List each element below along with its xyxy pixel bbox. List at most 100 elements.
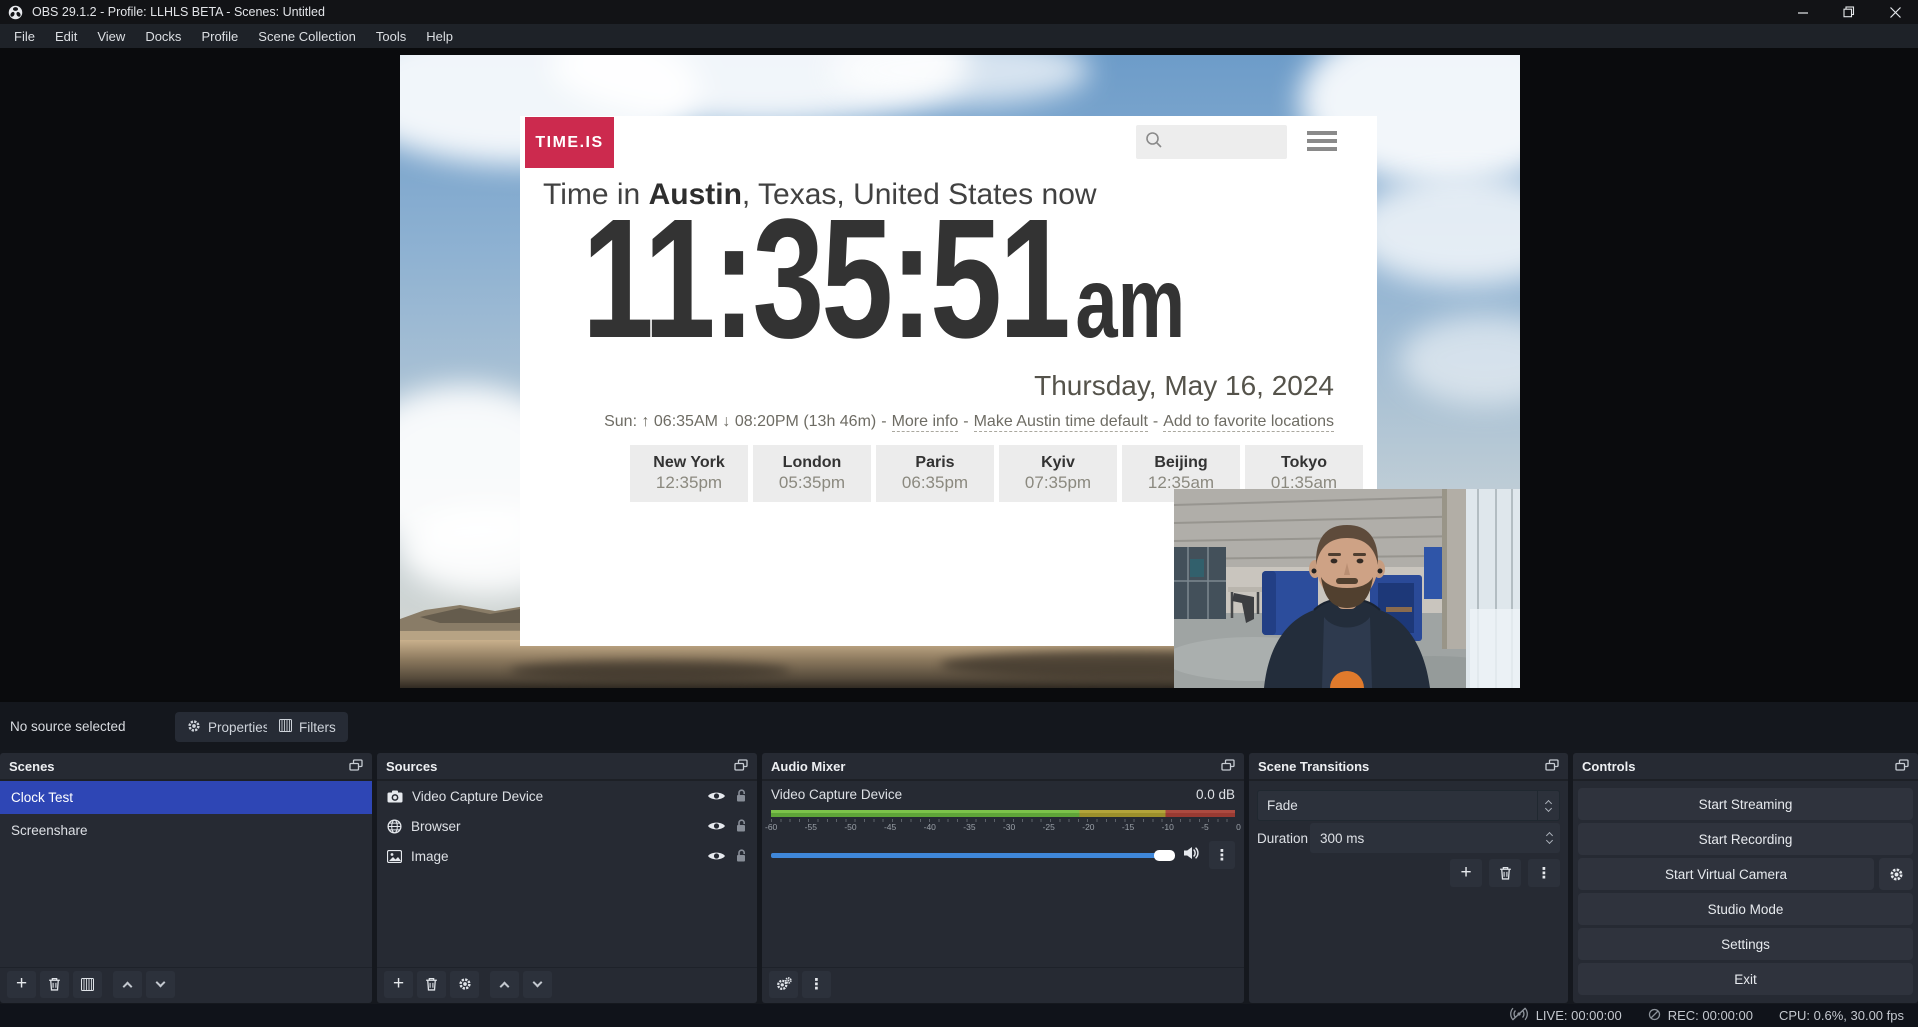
camera-icon — [387, 790, 403, 803]
visibility-eye-icon[interactable] — [707, 850, 726, 862]
start-recording-button[interactable]: Start Recording — [1578, 823, 1913, 855]
menu-profile[interactable]: Profile — [191, 24, 248, 48]
city-card: Paris06:35pm — [876, 445, 994, 502]
popout-icon[interactable] — [734, 759, 748, 774]
scene-item-screenshare[interactable]: Screenshare — [0, 814, 372, 847]
scene-transitions-panel: Scene Transitions Fade Duration 300 ms — [1249, 753, 1568, 1003]
separator: - — [881, 413, 886, 432]
volume-slider[interactable] — [771, 853, 1174, 858]
live-status: LIVE: 00:00:00 — [1509, 1007, 1622, 1024]
menu-tools[interactable]: Tools — [366, 24, 416, 48]
add-scene-button[interactable]: + — [7, 971, 36, 998]
settings-button[interactable]: Settings — [1578, 928, 1913, 960]
move-scene-down-button[interactable] — [146, 971, 175, 998]
start-virtual-camera-button[interactable]: Start Virtual Camera — [1578, 858, 1874, 890]
timeis-clock: 11:35:51 am — [582, 186, 1185, 373]
webcam-video-source — [1174, 489, 1520, 688]
timeis-date: Thursday, May 16, 2024 — [1034, 370, 1334, 402]
studio-mode-button[interactable]: Studio Mode — [1578, 893, 1913, 925]
popout-icon[interactable] — [1221, 759, 1235, 774]
link-more-info: More info — [892, 413, 959, 432]
chevron-down-icon — [1545, 804, 1552, 811]
add-transition-button[interactable]: + — [1450, 859, 1482, 887]
cloud-shape — [1400, 315, 1520, 405]
transition-select[interactable]: Fade — [1257, 790, 1560, 821]
move-scene-up-button[interactable] — [113, 971, 142, 998]
preview-canvas[interactable]: TIME.IS Time in Austin, Texas, United St… — [400, 55, 1520, 688]
chevron-up-icon — [500, 981, 510, 991]
close-button[interactable] — [1872, 0, 1918, 24]
cpu-status: CPU: 0.6%, 30.00 fps — [1779, 1008, 1904, 1023]
source-row-browser[interactable]: Browser — [377, 811, 757, 841]
move-source-down-button[interactable] — [523, 971, 552, 998]
exit-button[interactable]: Exit — [1578, 963, 1913, 995]
lock-icon[interactable] — [735, 789, 747, 803]
filters-button[interactable]: Filters — [267, 712, 348, 742]
timeis-sun-line: Sun: ↑ 06:35AM ↓ 08:20PM (13h 46m) - Mor… — [604, 413, 1334, 432]
restore-button[interactable] — [1826, 0, 1872, 24]
transition-select-spinner[interactable] — [1537, 791, 1559, 820]
start-streaming-button[interactable]: Start Streaming — [1578, 788, 1913, 820]
controls-panel: Controls Start Streaming Start Recording… — [1573, 753, 1918, 1003]
sources-panel-title: Sources — [386, 759, 437, 774]
popout-icon[interactable] — [1545, 759, 1559, 774]
menu-docks[interactable]: Docks — [135, 24, 191, 48]
source-properties-button[interactable] — [450, 971, 479, 998]
sources-panel: Sources Video Capture Device — [377, 753, 757, 1003]
scene-filters-button[interactable] — [73, 971, 102, 998]
window-title: OBS 29.1.2 - Profile: LLHLS BETA - Scene… — [32, 5, 325, 19]
advanced-audio-button[interactable] — [769, 971, 798, 998]
no-source-selected-label: No source selected — [10, 702, 126, 750]
speaker-icon[interactable] — [1183, 846, 1200, 865]
separator: - — [1153, 413, 1158, 432]
menu-file[interactable]: File — [4, 24, 45, 48]
gear-icon — [458, 977, 472, 991]
gear-icon — [1889, 867, 1904, 882]
menu-help[interactable]: Help — [416, 24, 463, 48]
add-source-button[interactable]: + — [384, 971, 413, 998]
duration-label: Duration — [1257, 823, 1308, 853]
sand-mound — [510, 661, 790, 681]
scenes-panel: Scenes Clock Test Screenshare + — [0, 753, 372, 1003]
preview-dock: TIME.IS Time in Austin, Texas, United St… — [0, 48, 1918, 700]
obs-logo-icon — [8, 5, 23, 20]
timeis-logo: TIME.IS — [525, 117, 614, 168]
lock-icon[interactable] — [735, 819, 747, 833]
image-icon — [387, 850, 402, 863]
visibility-eye-icon[interactable] — [707, 790, 726, 802]
virtual-camera-settings-button[interactable] — [1879, 858, 1913, 890]
trash-icon — [48, 977, 61, 991]
menu-view[interactable]: View — [87, 24, 135, 48]
move-source-up-button[interactable] — [490, 971, 519, 998]
mixer-menu-button[interactable]: ⋮ — [802, 971, 831, 998]
chevron-down-icon — [156, 977, 166, 987]
popout-icon[interactable] — [349, 759, 363, 774]
popout-icon[interactable] — [1895, 759, 1909, 774]
remove-source-button[interactable] — [417, 971, 446, 998]
duration-spinbox[interactable]: 300 ms — [1310, 823, 1560, 853]
source-row-image[interactable]: Image — [377, 841, 757, 871]
mixer-channel-menu-button[interactable]: ⋮ — [1209, 841, 1235, 869]
clock-ampm: am — [1075, 246, 1185, 361]
mixer-channel-name: Video Capture Device — [771, 787, 902, 802]
menu-edit[interactable]: Edit — [45, 24, 87, 48]
duration-spinner[interactable] — [1538, 823, 1560, 853]
filter-icon — [279, 719, 292, 735]
link-make-default: Make Austin time default — [974, 413, 1148, 432]
source-context-bar: No source selected Properties Filters — [0, 700, 1918, 750]
audio-mixer-panel-title: Audio Mixer — [771, 759, 845, 774]
scene-item-clock-test[interactable]: Clock Test — [0, 781, 372, 814]
volume-slider-handle[interactable] — [1154, 850, 1175, 861]
remove-transition-button[interactable] — [1489, 859, 1521, 887]
remove-scene-button[interactable] — [40, 971, 69, 998]
double-gear-icon — [776, 977, 792, 991]
properties-button[interactable]: Properties — [175, 712, 282, 742]
lock-icon[interactable] — [735, 849, 747, 863]
source-row-video-capture[interactable]: Video Capture Device — [377, 781, 757, 811]
globe-icon — [387, 819, 402, 834]
minimize-button[interactable] — [1780, 0, 1826, 24]
dock-area: Scenes Clock Test Screenshare + — [0, 750, 1918, 1004]
menu-scene-collection[interactable]: Scene Collection — [248, 24, 366, 48]
transition-menu-button[interactable]: ⋮ — [1528, 859, 1560, 887]
visibility-eye-icon[interactable] — [707, 820, 726, 832]
